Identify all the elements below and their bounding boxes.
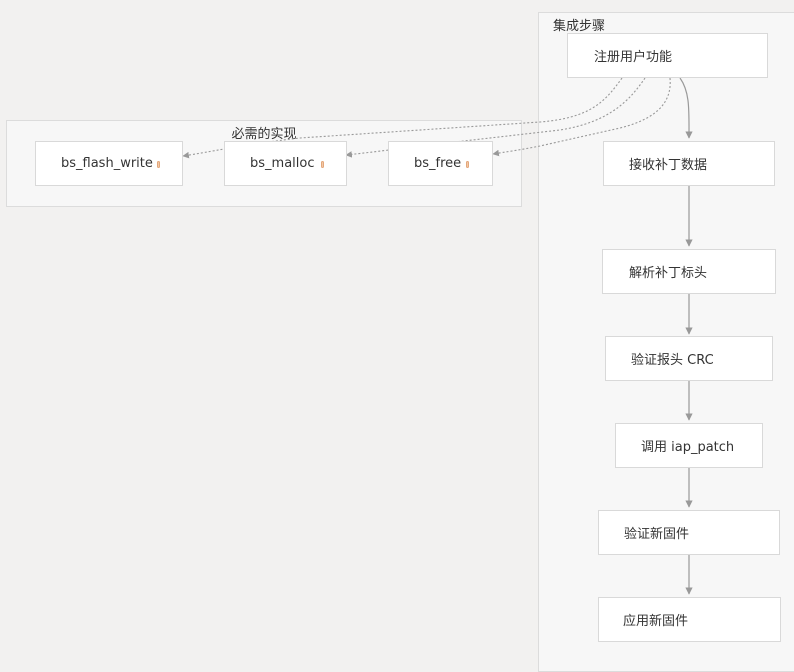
- node-verify-new-firmware[interactable]: 验证新固件: [598, 510, 780, 555]
- node-bs-malloc-marker: [321, 161, 324, 168]
- node-register-user-functions-label: 注册用户功能: [594, 50, 673, 65]
- node-call-iap-patch[interactable]: 调用 iap_patch: [615, 423, 763, 468]
- node-bs-free-label: bs_free: [414, 156, 462, 171]
- node-apply-new-firmware-label: 应用新固件: [623, 614, 689, 629]
- cluster-required-impl-label: 必需的实现: [231, 127, 297, 142]
- node-bs-malloc-label: bs_malloc: [250, 156, 315, 171]
- node-register-user-functions[interactable]: 注册用户功能: [567, 33, 768, 78]
- node-verify-header-crc-label: 验证报头 CRC: [631, 353, 714, 368]
- node-apply-new-firmware[interactable]: 应用新固件: [598, 597, 781, 642]
- node-parse-patch-header[interactable]: 解析补丁标头: [602, 249, 776, 294]
- node-bs-malloc[interactable]: bs_malloc: [224, 141, 347, 186]
- node-bs-free-marker: [466, 161, 469, 168]
- cluster-integration-steps-label: 集成步骤: [552, 19, 605, 34]
- node-bs-flash-write-label: bs_flash_write: [61, 156, 153, 171]
- node-receive-patch-data[interactable]: 接收补丁数据: [603, 141, 775, 186]
- node-bs-flash-write-marker: [157, 161, 160, 168]
- node-parse-patch-header-label: 解析补丁标头: [629, 266, 708, 281]
- node-verify-new-firmware-label: 验证新固件: [624, 527, 690, 542]
- node-bs-flash-write[interactable]: bs_flash_write: [35, 141, 183, 186]
- node-verify-header-crc[interactable]: 验证报头 CRC: [605, 336, 773, 381]
- node-call-iap-patch-label: 调用 iap_patch: [641, 440, 735, 455]
- node-bs-free[interactable]: bs_free: [388, 141, 493, 186]
- node-receive-patch-data-label: 接收补丁数据: [629, 158, 708, 173]
